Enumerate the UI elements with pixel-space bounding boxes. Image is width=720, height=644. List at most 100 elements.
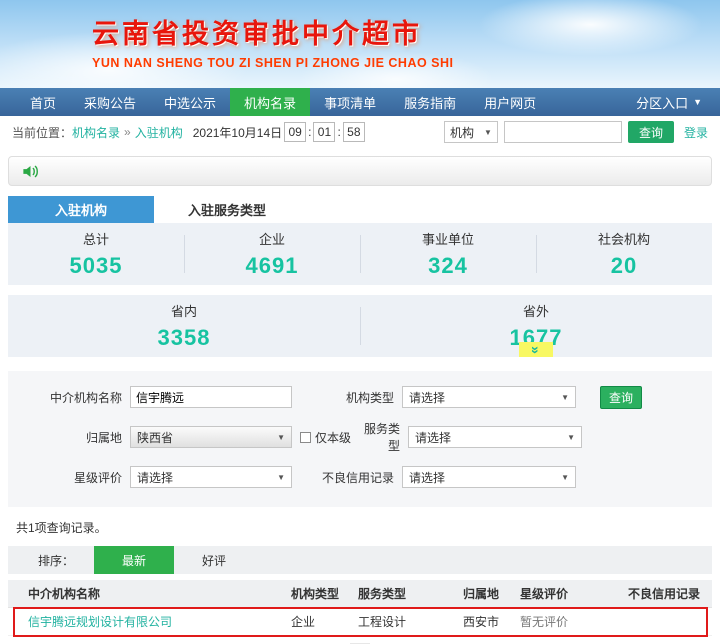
chevron-down-icon: ▼ xyxy=(567,432,575,442)
header-org-type: 机构类型 xyxy=(291,587,340,601)
stat-enterprise: 企业 4691 xyxy=(184,223,360,285)
stats-tabs: 入驻机构 入驻服务类型 xyxy=(8,196,712,223)
header-org-name: 中介机构名称 xyxy=(28,587,101,601)
credit-record-label: 不良信用记录 xyxy=(321,470,394,485)
clock-colon: : xyxy=(308,125,312,139)
result-star-rating: 暂无评价 xyxy=(520,615,569,629)
login-link[interactable]: 登录 xyxy=(684,124,708,141)
table-row: 信宇腾远规划设计有限公司 企业 工程设计 西安市 暂无评价 xyxy=(8,607,712,637)
filter-form: 中介机构名称 机构类型 请选择 ▼ 查询 归属地 陕西省 ▼ 仅本级 服务类型 … xyxy=(8,371,712,507)
chevron-down-icon: ▼ xyxy=(561,392,569,402)
filter-query-button[interactable]: 查询 xyxy=(600,385,642,409)
result-org-type: 企业 xyxy=(291,615,316,629)
current-date: 2021年10月14日 xyxy=(192,125,283,140)
stat-label: 省内 xyxy=(170,304,197,319)
service-type-label: 服务类型 xyxy=(363,422,400,453)
zone-entry-label: 分区入口 xyxy=(636,95,689,111)
stat-value: 324 xyxy=(428,253,468,278)
result-region: 西安市 xyxy=(463,615,500,629)
stat-value: 4691 xyxy=(245,253,299,278)
chevron-down-icon: ▼ xyxy=(693,97,702,107)
stat-social: 社会机构 20 xyxy=(536,223,712,285)
stats-panel-totals: 总计 5035 企业 4691 事业单位 324 社会机构 20 xyxy=(8,223,712,285)
filter-row-3: 星级评价 请选择 ▼ 不良信用记录 请选择 ▼ xyxy=(8,465,712,489)
chevron-down-icon: ▼ xyxy=(277,472,285,482)
org-type-label: 机构类型 xyxy=(345,390,394,405)
search-category-select[interactable]: 机构 ▼ xyxy=(443,121,498,143)
nav-item-matters[interactable]: 事项清单 xyxy=(310,88,390,116)
announcement-bar xyxy=(8,156,712,186)
stat-in-province: 省内 3358 xyxy=(8,295,360,357)
tab-resident-orgs[interactable]: 入驻机构 xyxy=(8,196,154,223)
star-rating-select[interactable]: 请选择 ▼ xyxy=(130,466,292,488)
header-star-rating: 星级评价 xyxy=(520,587,569,601)
stat-label: 省外 xyxy=(522,304,549,319)
chevron-down-icon: ▼ xyxy=(277,432,285,442)
nav-item-procurement[interactable]: 采购公告 xyxy=(70,88,150,116)
nav-item-guide[interactable]: 服务指南 xyxy=(390,88,470,116)
stat-value: 5035 xyxy=(69,253,123,278)
org-name-label: 中介机构名称 xyxy=(49,390,122,405)
nav-item-directory[interactable]: 机构名录 xyxy=(230,88,311,116)
search-category-value: 机构 xyxy=(449,125,474,140)
org-name-input[interactable] xyxy=(130,386,292,408)
stats-panel-region: 省内 3358 省外 1677 » xyxy=(8,295,712,357)
header-service-type: 服务类型 xyxy=(358,587,407,601)
sort-option-best[interactable]: 好评 xyxy=(174,546,254,574)
top-search-input[interactable] xyxy=(503,121,622,143)
only-local-group: 仅本级 xyxy=(300,429,360,446)
stat-label: 事业单位 xyxy=(421,232,474,247)
region-select[interactable]: 陕西省 ▼ xyxy=(130,426,292,448)
breadcrumb-link-resident[interactable]: 入驻机构 xyxy=(135,124,183,141)
clock-seconds: 58 xyxy=(342,122,365,142)
sort-bar: 排序： 最新 好评 xyxy=(8,546,712,574)
stat-label: 企业 xyxy=(258,232,285,247)
nav-item-user[interactable]: 用户网页 xyxy=(470,88,550,116)
double-chevron-down-icon: » xyxy=(527,345,544,354)
breadcrumb-link-directory[interactable]: 机构名录 xyxy=(72,124,120,141)
results-table: 中介机构名称 机构类型 服务类型 归属地 星级评价 不良信用记录 信宇腾远规划设… xyxy=(8,580,712,637)
stat-label: 社会机构 xyxy=(597,232,650,247)
select-value: 请选择 xyxy=(137,470,174,485)
sort-label: 排序： xyxy=(38,553,75,568)
select-value: 请选择 xyxy=(409,470,446,485)
zone-entry-dropdown[interactable]: 分区入口 ▼ xyxy=(618,88,720,116)
breadcrumb-prefix: 当前位置： xyxy=(12,125,73,140)
breadcrumb-separator: » xyxy=(124,125,131,139)
stat-total: 总计 5035 xyxy=(8,223,184,285)
site-header: 云南省投资审批中介超市 YUN NAN SHENG TOU ZI SHEN PI… xyxy=(0,0,720,88)
service-type-select[interactable]: 请选择 ▼ xyxy=(408,426,582,448)
site-title-block: 云南省投资审批中介超市 YUN NAN SHENG TOU ZI SHEN PI… xyxy=(92,12,454,70)
stat-value: 20 xyxy=(610,253,638,278)
site-subtitle: YUN NAN SHENG TOU ZI SHEN PI ZHONG JIE C… xyxy=(92,56,454,70)
sort-option-newest[interactable]: 最新 xyxy=(94,546,175,574)
chevron-down-icon: ▼ xyxy=(484,127,492,137)
top-search-button[interactable]: 查询 xyxy=(627,121,674,143)
credit-record-select[interactable]: 请选择 ▼ xyxy=(402,466,576,488)
main-nav: 首页 采购公告 中选公示 机构名录 事项清单 服务指南 用户网页 分区入口 ▼ xyxy=(0,88,720,116)
expand-toggle[interactable]: » xyxy=(519,342,553,357)
star-rating-label: 星级评价 xyxy=(73,470,122,485)
clock-colon: : xyxy=(337,125,341,139)
select-value: 陕西省 xyxy=(137,430,174,445)
select-value: 请选择 xyxy=(415,430,452,445)
result-count: 共1项查询记录。 xyxy=(16,521,107,535)
header-credit-record: 不良信用记录 xyxy=(628,587,701,601)
filter-row-2: 归属地 陕西省 ▼ 仅本级 服务类型 请选择 ▼ xyxy=(8,422,712,453)
region-label: 归属地 xyxy=(85,430,122,445)
stat-institution: 事业单位 324 xyxy=(360,223,536,285)
only-local-checkbox[interactable] xyxy=(300,431,311,443)
result-org-name-link[interactable]: 信宇腾远规划设计有限公司 xyxy=(8,613,283,630)
select-value: 请选择 xyxy=(409,390,446,405)
nav-item-home[interactable]: 首页 xyxy=(16,88,70,116)
result-service-type: 工程设计 xyxy=(358,615,407,629)
top-search-group: 机构 ▼ 查询 登录 xyxy=(443,121,708,143)
speaker-icon xyxy=(21,162,40,181)
header-region: 归属地 xyxy=(463,587,500,601)
table-header-row: 中介机构名称 机构类型 服务类型 归属地 星级评价 不良信用记录 xyxy=(8,580,712,608)
org-type-select[interactable]: 请选择 ▼ xyxy=(402,386,576,408)
tab-service-types[interactable]: 入驻服务类型 xyxy=(154,196,300,223)
nav-item-selection[interactable]: 中选公示 xyxy=(150,88,230,116)
site-title: 云南省投资审批中介超市 xyxy=(92,19,422,49)
breadcrumb-bar: 当前位置： 机构名录 » 入驻机构 2021年10月14日 09 : 01 : … xyxy=(0,116,720,148)
